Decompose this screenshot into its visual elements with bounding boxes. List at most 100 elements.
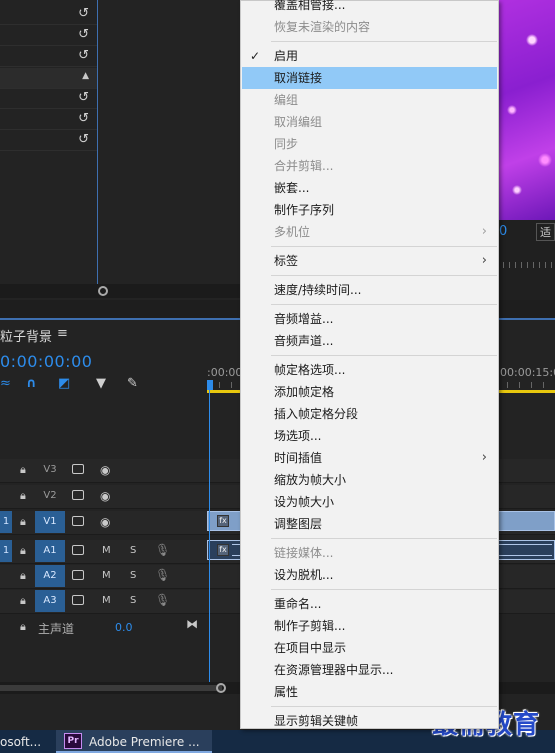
fit-dropdown[interactable]: 适 (536, 223, 555, 241)
playhead-handle[interactable] (207, 380, 213, 390)
menu-item[interactable]: 编组 (242, 89, 497, 111)
sync-lock-icon[interactable] (72, 545, 84, 555)
microphone-icon[interactable]: 🎙︎ (155, 543, 170, 557)
snap-icon[interactable]: ∩ (26, 376, 37, 391)
track-target-v1[interactable]: V1 (35, 511, 65, 533)
track-target-v3[interactable]: V3 (35, 459, 65, 481)
scroll-knob[interactable] (98, 286, 108, 296)
menu-item[interactable]: 嵌套... (242, 177, 497, 199)
taskbar-item-premiere[interactable]: Pr Adobe Premiere ... (56, 730, 212, 753)
menu-item[interactable]: 重命名... (242, 593, 497, 615)
playhead-timecode[interactable]: 0:00:00:00 (0, 352, 92, 371)
mute-button[interactable]: M (102, 545, 111, 556)
effect-group-header[interactable]: ▲ (0, 68, 97, 89)
collapse-triangle-icon[interactable]: ▲ (82, 71, 89, 81)
menu-item[interactable]: 覆盖相管接... (242, 0, 497, 16)
menu-separator (271, 304, 497, 305)
add-marker-icon[interactable]: ▼ (96, 376, 106, 391)
microphone-icon[interactable]: 🎙︎ (155, 568, 170, 582)
reset-parameter-icon[interactable]: ↺ (78, 132, 89, 147)
scroll-track[interactable] (0, 685, 222, 691)
menu-item[interactable]: 制作子剪辑... (242, 615, 497, 637)
effect-param-row[interactable]: ↺ (0, 4, 97, 25)
menu-item[interactable]: 帧定格选项... (242, 359, 497, 381)
menu-item[interactable]: 设为帧大小 (242, 491, 497, 513)
menu-item[interactable]: 场选项... (242, 425, 497, 447)
menu-item[interactable]: 属性 (242, 681, 497, 703)
solo-button[interactable]: S (130, 545, 136, 556)
source-patch[interactable]: 1 (0, 511, 12, 533)
effect-param-row[interactable]: ↺ (0, 130, 97, 151)
menu-item[interactable]: 恢复未渲染的内容 (242, 16, 497, 38)
effect-param-row[interactable]: ↺ (0, 25, 97, 46)
mute-button[interactable]: M (102, 595, 111, 606)
sync-lock-icon[interactable] (72, 464, 84, 474)
menu-item[interactable]: 在项目中显示 (242, 637, 497, 659)
menu-item[interactable]: 标签 › (242, 250, 497, 272)
lock-icon[interactable]: 🔒︎ (20, 544, 26, 558)
linked-selection-icon[interactable]: ◩ (58, 376, 70, 391)
menu-item[interactable]: 音频声道... (242, 330, 497, 352)
lock-icon[interactable]: 🔒︎ (20, 515, 26, 529)
reset-parameter-icon[interactable]: ↺ (78, 90, 89, 105)
menu-item[interactable]: 调整图层 (242, 513, 497, 535)
sync-lock-icon[interactable] (72, 570, 84, 580)
menu-item[interactable]: 取消编组 (242, 111, 497, 133)
insert-sequence-icon[interactable]: ≈ (0, 376, 11, 391)
monitor-ruler[interactable] (497, 262, 555, 268)
lock-icon[interactable]: 🔒︎ (20, 463, 26, 477)
menu-item[interactable]: 添加帧定格 (242, 381, 497, 403)
source-patch[interactable]: 1 (0, 540, 12, 562)
go-to-end-icon[interactable]: ⧓ (186, 617, 198, 631)
track-target-a2[interactable]: A2 (35, 565, 65, 587)
menu-item[interactable]: 插入帧定格分段 (242, 403, 497, 425)
panel-menu-icon[interactable]: ≡ (57, 326, 68, 341)
menu-item[interactable]: 在资源管理器中显示... (242, 659, 497, 681)
sequence-tab-title[interactable]: 粒子背景 (0, 326, 52, 345)
lock-icon[interactable]: 🔒︎ (20, 569, 26, 583)
settings-wrench-icon[interactable]: ✎ (127, 376, 138, 391)
microphone-icon[interactable]: 🎙︎ (155, 593, 170, 607)
lock-icon[interactable]: 🔒︎ (20, 620, 26, 634)
lock-icon[interactable]: 🔒︎ (20, 594, 26, 608)
track-target-a3[interactable]: A3 (35, 590, 65, 612)
effect-controls-scrollbar[interactable] (0, 284, 240, 298)
effect-param-row[interactable]: ↺ (0, 88, 97, 109)
menu-item[interactable]: 同步 (242, 133, 497, 155)
taskbar-item-other[interactable]: osoft... (0, 730, 41, 753)
solo-button[interactable]: S (130, 595, 136, 606)
menu-item[interactable]: 制作子序列 (242, 199, 497, 221)
menu-item[interactable]: 取消链接 (242, 67, 497, 89)
reset-parameter-icon[interactable]: ↺ (78, 111, 89, 126)
reset-parameter-icon[interactable]: ↺ (78, 27, 89, 42)
menu-item[interactable]: 合并剪辑... (242, 155, 497, 177)
eye-icon[interactable]: ◉ (100, 515, 110, 529)
track-target-v2[interactable]: V2 (35, 485, 65, 507)
sync-lock-icon[interactable] (72, 595, 84, 605)
lock-icon[interactable]: 🔒︎ (20, 489, 26, 503)
zoom-knob[interactable] (216, 683, 226, 693)
menu-item[interactable]: 链接媒体... (242, 542, 497, 564)
menu-item[interactable]: 速度/持续时间... (242, 279, 497, 301)
effect-param-row[interactable]: ↺ (0, 46, 97, 67)
menu-item[interactable]: 缩放为帧大小 (242, 469, 497, 491)
menu-item[interactable]: 多机位 › (242, 221, 497, 243)
effect-param-row[interactable]: ↺ (0, 109, 97, 130)
menu-item[interactable]: 音频增益... (242, 308, 497, 330)
sync-lock-icon[interactable] (72, 490, 84, 500)
monitor-timecode[interactable]: 0 (499, 224, 507, 239)
master-volume-value[interactable]: 0.0 (115, 621, 133, 634)
menu-item[interactable]: 显示剪辑关键帧 (242, 710, 497, 732)
reset-parameter-icon[interactable]: ↺ (78, 48, 89, 63)
menu-item[interactable]: 启用 ✓ (242, 45, 497, 67)
mute-button[interactable]: M (102, 570, 111, 581)
reset-parameter-icon[interactable]: ↺ (78, 6, 89, 21)
sync-lock-icon[interactable] (72, 516, 84, 526)
eye-icon[interactable]: ◉ (100, 489, 110, 503)
menu-item[interactable]: 设为脱机... (242, 564, 497, 586)
solo-button[interactable]: S (130, 570, 136, 581)
eye-icon[interactable]: ◉ (100, 463, 110, 477)
track-target-a1[interactable]: A1 (35, 540, 65, 562)
effect-controls-divider (97, 0, 98, 284)
menu-item[interactable]: 时间插值 › (242, 447, 497, 469)
